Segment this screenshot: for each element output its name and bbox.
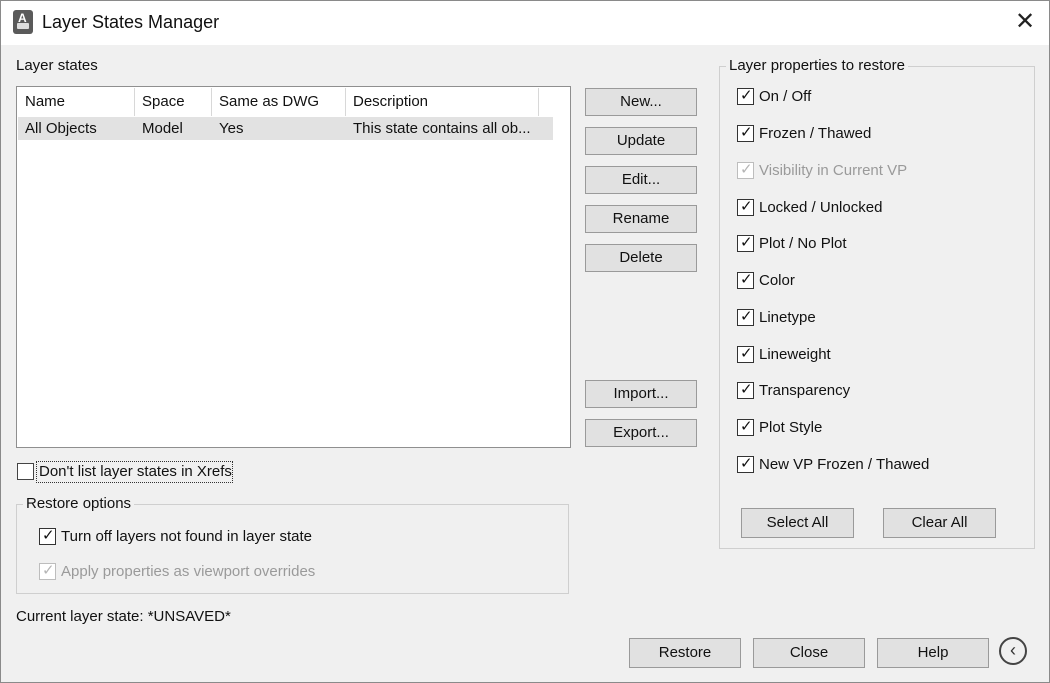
- new-vp-frozen-thawed-checkbox[interactable]: ✓: [737, 455, 754, 473]
- update-button[interactable]: Update: [585, 127, 697, 155]
- plot-no-plot-label[interactable]: Plot / No Plot: [759, 235, 847, 252]
- import-button[interactable]: Import...: [585, 380, 697, 408]
- layer-states-label: Layer states: [16, 57, 98, 74]
- turn-off-layers-checkbox[interactable]: ✓: [39, 527, 56, 545]
- lineweight-label[interactable]: Lineweight: [759, 346, 831, 363]
- column-header-same-as-dwg[interactable]: Same as DWG: [212, 88, 346, 116]
- on-off-checkbox[interactable]: ✓: [737, 87, 754, 105]
- xrefs-label[interactable]: Don't list layer states in Xrefs: [39, 463, 232, 480]
- rename-button[interactable]: Rename: [585, 205, 697, 233]
- turn-off-layers-label[interactable]: Turn off layers not found in layer state: [61, 528, 312, 545]
- xrefs-checkbox[interactable]: ✓: [17, 463, 34, 480]
- plot-style-checkbox[interactable]: ✓: [737, 418, 754, 436]
- layer-states-manager-dialog: A Layer States Manager ✕ Layer states Na…: [0, 0, 1050, 683]
- help-button[interactable]: Help: [877, 638, 989, 668]
- export-button[interactable]: Export...: [585, 419, 697, 447]
- layer-properties-title: Layer properties to restore: [726, 57, 908, 74]
- locked-unlocked-checkbox[interactable]: ✓: [737, 198, 754, 216]
- column-header-name[interactable]: Name: [18, 88, 135, 116]
- close-button[interactable]: Close: [753, 638, 865, 668]
- locked-unlocked-label[interactable]: Locked / Unlocked: [759, 199, 882, 216]
- restore-button[interactable]: Restore: [629, 638, 741, 668]
- title-bar: A Layer States Manager ✕: [1, 1, 1049, 45]
- clear-all-button[interactable]: Clear All: [883, 508, 996, 538]
- visibility-current-vp-label: Visibility in Current VP: [759, 162, 908, 179]
- new-vp-frozen-thawed-label[interactable]: New VP Frozen / Thawed: [759, 456, 929, 473]
- frozen-thawed-checkbox[interactable]: ✓: [737, 124, 754, 142]
- current-layer-state: Current layer state: *UNSAVED*: [16, 608, 231, 625]
- restore-options-group: [16, 504, 569, 594]
- close-icon[interactable]: ✕: [1010, 8, 1040, 38]
- visibility-current-vp-checkbox: ✓: [737, 161, 754, 179]
- apply-vp-overrides-checkbox: ✓: [39, 562, 56, 580]
- edit-button[interactable]: Edit...: [585, 166, 697, 194]
- color-checkbox[interactable]: ✓: [737, 271, 754, 289]
- apply-vp-overrides-label: Apply properties as viewport overrides: [61, 563, 316, 580]
- restore-options-title: Restore options: [23, 495, 135, 512]
- lineweight-checkbox[interactable]: ✓: [737, 345, 754, 363]
- plot-no-plot-checkbox[interactable]: ✓: [737, 234, 754, 252]
- collapse-panel-icon[interactable]: ‹: [999, 637, 1027, 665]
- row-name: All Objects: [25, 120, 97, 137]
- on-off-label[interactable]: On / Off: [759, 88, 811, 105]
- frozen-thawed-label[interactable]: Frozen / Thawed: [759, 125, 871, 142]
- row-space: Model: [142, 120, 183, 137]
- table-row[interactable]: All Objects Model Yes This state contain…: [18, 117, 553, 140]
- select-all-button[interactable]: Select All: [741, 508, 854, 538]
- column-header-space[interactable]: Space: [135, 88, 212, 116]
- layer-states-list[interactable]: Name Space Same as DWG Description All O…: [16, 86, 571, 448]
- delete-button[interactable]: Delete: [585, 244, 697, 272]
- row-same-as-dwg: Yes: [219, 120, 244, 137]
- window-title: Layer States Manager: [42, 12, 220, 32]
- linetype-checkbox[interactable]: ✓: [737, 308, 754, 326]
- column-header-description[interactable]: Description: [346, 88, 539, 116]
- row-description: This state contains all ob...: [353, 120, 531, 137]
- linetype-label[interactable]: Linetype: [759, 309, 816, 326]
- plot-style-label[interactable]: Plot Style: [759, 419, 822, 436]
- color-label[interactable]: Color: [759, 272, 795, 289]
- new-button[interactable]: New...: [585, 88, 697, 116]
- transparency-checkbox[interactable]: ✓: [737, 381, 754, 399]
- autocad-app-icon: A: [13, 10, 33, 34]
- transparency-label[interactable]: Transparency: [759, 382, 850, 399]
- list-header: Name Space Same as DWG Description: [18, 88, 553, 116]
